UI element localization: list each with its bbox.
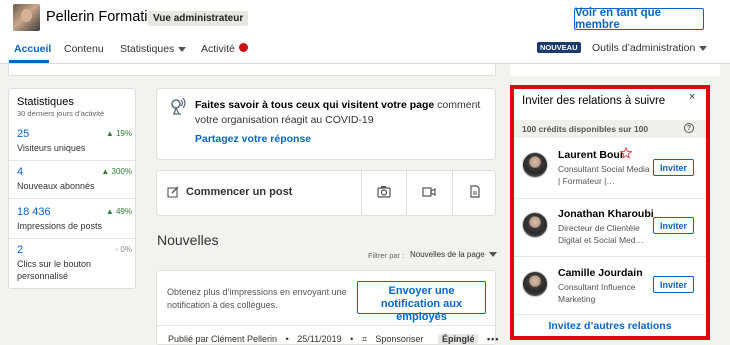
stat-label-visitors: Visiteurs uniques [17, 143, 86, 153]
camera-icon[interactable] [377, 185, 391, 198]
help-icon[interactable]: ? [684, 123, 694, 133]
admin-tools-menu[interactable]: Outils d’administration [592, 42, 708, 54]
pinned-badge: Épinglé [437, 334, 479, 344]
star-icon [620, 147, 632, 159]
stats-divider [9, 160, 135, 161]
avatar[interactable] [522, 271, 548, 297]
close-icon[interactable]: × [689, 91, 695, 103]
post-divider [452, 170, 453, 216]
covid-message: Faites savoir à tous ceux qui visitent v… [195, 98, 490, 128]
notify-text: Obtenez plus d’impressions en envoyant u… [167, 287, 347, 310]
news-section-title: Nouvelles [157, 232, 219, 248]
invite-button[interactable]: Inviter [653, 217, 694, 234]
chevron-down-icon [699, 45, 708, 51]
invite-button[interactable]: Inviter [653, 276, 694, 293]
compose-icon [167, 186, 179, 198]
post-meta-row: Publié par Clément Pellerin • 25/11/2019… [168, 334, 505, 345]
tab-statistiques-label: Statistiques [120, 43, 175, 55]
stat-label-clicks: Clics sur le bouton personnalisé [17, 259, 92, 281]
stat-value-clicks[interactable]: 2 [17, 244, 23, 256]
chevron-down-icon [178, 46, 187, 52]
person-name[interactable]: Camille Jourdain [558, 267, 643, 279]
post-date: 25/11/2019 [297, 334, 342, 344]
person-headline: Consultant Social Media | Formateur |… [558, 164, 650, 186]
person-name[interactable]: Laurent Bour [558, 149, 624, 161]
invite-more-link[interactable]: Invitez d’autres relations [514, 320, 706, 332]
list-divider [514, 256, 706, 257]
invite-button[interactable]: Inviter [653, 159, 694, 176]
document-icon[interactable] [468, 185, 482, 198]
stat-label-impressions: Impressions de posts [17, 221, 103, 231]
chevron-down-icon [488, 252, 497, 258]
stat-value-impressions[interactable]: 18 436 [17, 206, 51, 218]
person-headline: Directeur de Clientèle Digital et Social… [558, 223, 644, 245]
stat-label-followers: Nouveaux abonnés [17, 181, 95, 191]
news-filter-dropdown[interactable]: Nouvelles de la page [410, 250, 497, 259]
bullet: • [285, 334, 289, 344]
invite-panel-title: Inviter des relations à suivre [522, 95, 666, 107]
published-by: Publié par Clément Pellerin [168, 334, 278, 344]
more-options-icon[interactable]: ••• [487, 334, 499, 344]
stat-value-followers[interactable]: 4 [17, 166, 23, 178]
credits-text: 100 crédits disponibles sur 100 [522, 124, 649, 134]
new-badge: NOUVEAU [537, 42, 581, 53]
avatar[interactable] [522, 152, 548, 178]
filter-label: Filtrer par : [368, 251, 405, 260]
stats-divider [9, 198, 135, 199]
list-divider [514, 314, 706, 315]
news-filter-value: Nouvelles de la page [410, 250, 485, 259]
admin-view-badge: Vue administrateur [148, 11, 249, 26]
company-logo[interactable] [13, 4, 40, 31]
previous-card-edge [8, 64, 496, 76]
active-tab-indicator [9, 60, 49, 63]
stat-change-impressions: ▲ 49% [105, 207, 132, 216]
company-name: Pellerin Formation [46, 9, 164, 25]
card-divider [157, 325, 495, 326]
stat-change-visitors: ▲ 19% [105, 129, 132, 138]
chart-icon: ⌗ [361, 334, 370, 344]
stats-subtitle: 30 derniers jours d’activité [17, 109, 105, 118]
bullet: • [350, 334, 354, 344]
covid-message-bold: Faites savoir à tous ceux qui visitent v… [195, 99, 435, 111]
avatar[interactable] [522, 212, 548, 238]
stat-change-followers: ▲ 300% [101, 167, 132, 176]
stats-divider [9, 238, 135, 239]
list-divider [514, 198, 706, 199]
stat-change-clicks: ◦ 0% [115, 245, 132, 254]
share-response-link[interactable]: Partagez votre réponse [195, 133, 311, 145]
tab-accueil[interactable]: Accueil [14, 43, 51, 55]
admin-tools-label: Outils d’administration [592, 42, 696, 54]
person-headline: Consultant Influence Marketing [558, 282, 636, 304]
stats-title: Statistiques [17, 96, 74, 108]
start-post-button[interactable]: Commencer un post [186, 186, 292, 198]
tab-contenu[interactable]: Contenu [64, 43, 104, 55]
notification-dot-icon [239, 43, 248, 52]
sponsor-label: Sponsoriser [375, 334, 424, 344]
stat-value-visitors[interactable]: 25 [17, 128, 29, 140]
person-name[interactable]: Jonathan Kharoubi [558, 208, 654, 220]
previous-card-edge-right [510, 64, 720, 76]
sponsor-button[interactable]: ⌗ Sponsoriser [362, 334, 430, 344]
video-icon[interactable] [422, 185, 436, 198]
post-divider [406, 170, 407, 216]
post-divider [361, 170, 362, 216]
tab-statistiques[interactable]: Statistiques [120, 43, 187, 55]
view-as-member-button[interactable]: Voir en tant que membre [574, 7, 704, 31]
tab-activite[interactable]: Activité [201, 43, 235, 55]
notify-employees-button[interactable]: Envoyer une notification aux employés [357, 281, 486, 323]
broadcast-icon [171, 97, 186, 115]
